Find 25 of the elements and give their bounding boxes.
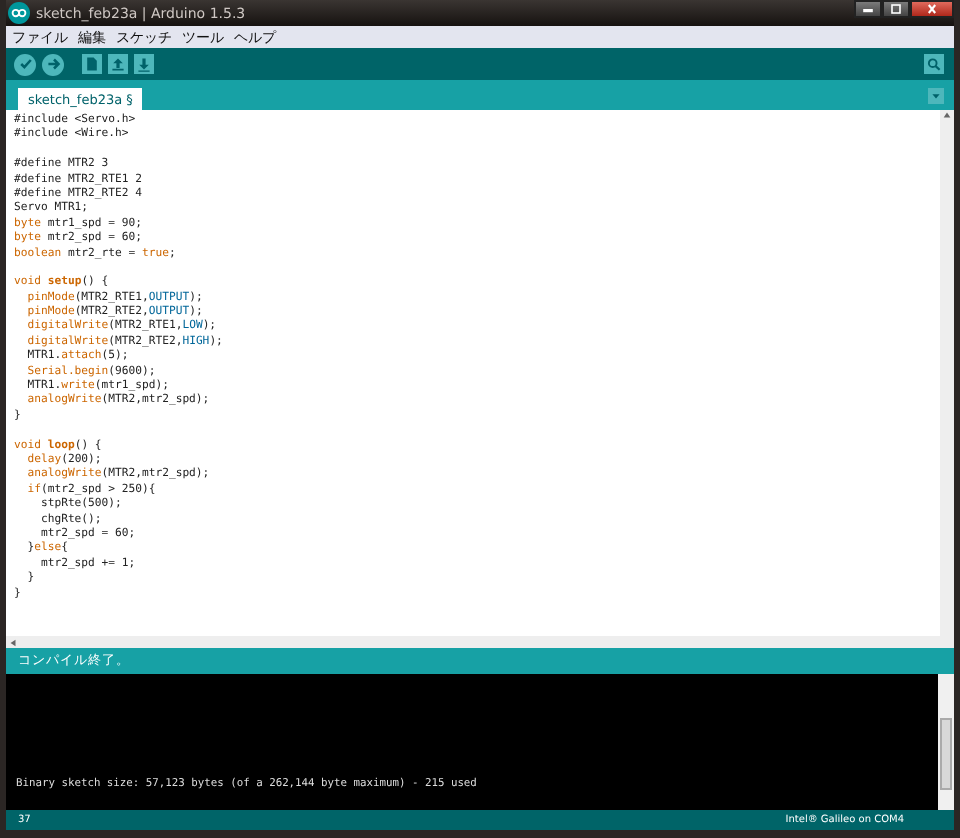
save-button[interactable] — [134, 54, 154, 74]
minimize-icon — [860, 4, 876, 14]
checkmark-icon — [17, 56, 33, 72]
upload-button[interactable] — [42, 53, 64, 75]
vertical-scrollbar[interactable] — [940, 110, 954, 636]
right-arrow-icon — [45, 56, 61, 72]
new-button[interactable] — [82, 54, 102, 74]
console-scrollbar[interactable] — [938, 674, 954, 810]
down-arrow-icon — [136, 56, 152, 72]
maximize-icon — [888, 4, 904, 14]
minimize-button[interactable] — [854, 0, 882, 18]
close-button[interactable] — [910, 0, 954, 18]
open-button[interactable] — [108, 54, 128, 74]
app-icon — [8, 2, 30, 24]
close-icon — [924, 4, 940, 14]
horizontal-scrollbar[interactable] — [6, 636, 954, 648]
serial-monitor-button[interactable] — [924, 54, 944, 74]
tab-menu-button[interactable] — [928, 87, 944, 103]
search-icon — [926, 56, 942, 72]
up-arrow-icon — [110, 56, 126, 72]
maximize-button[interactable] — [882, 0, 910, 18]
caret-icon — [930, 89, 942, 101]
document-icon — [84, 56, 100, 72]
scroll-thumb[interactable] — [940, 718, 952, 790]
verify-button[interactable] — [14, 53, 36, 75]
